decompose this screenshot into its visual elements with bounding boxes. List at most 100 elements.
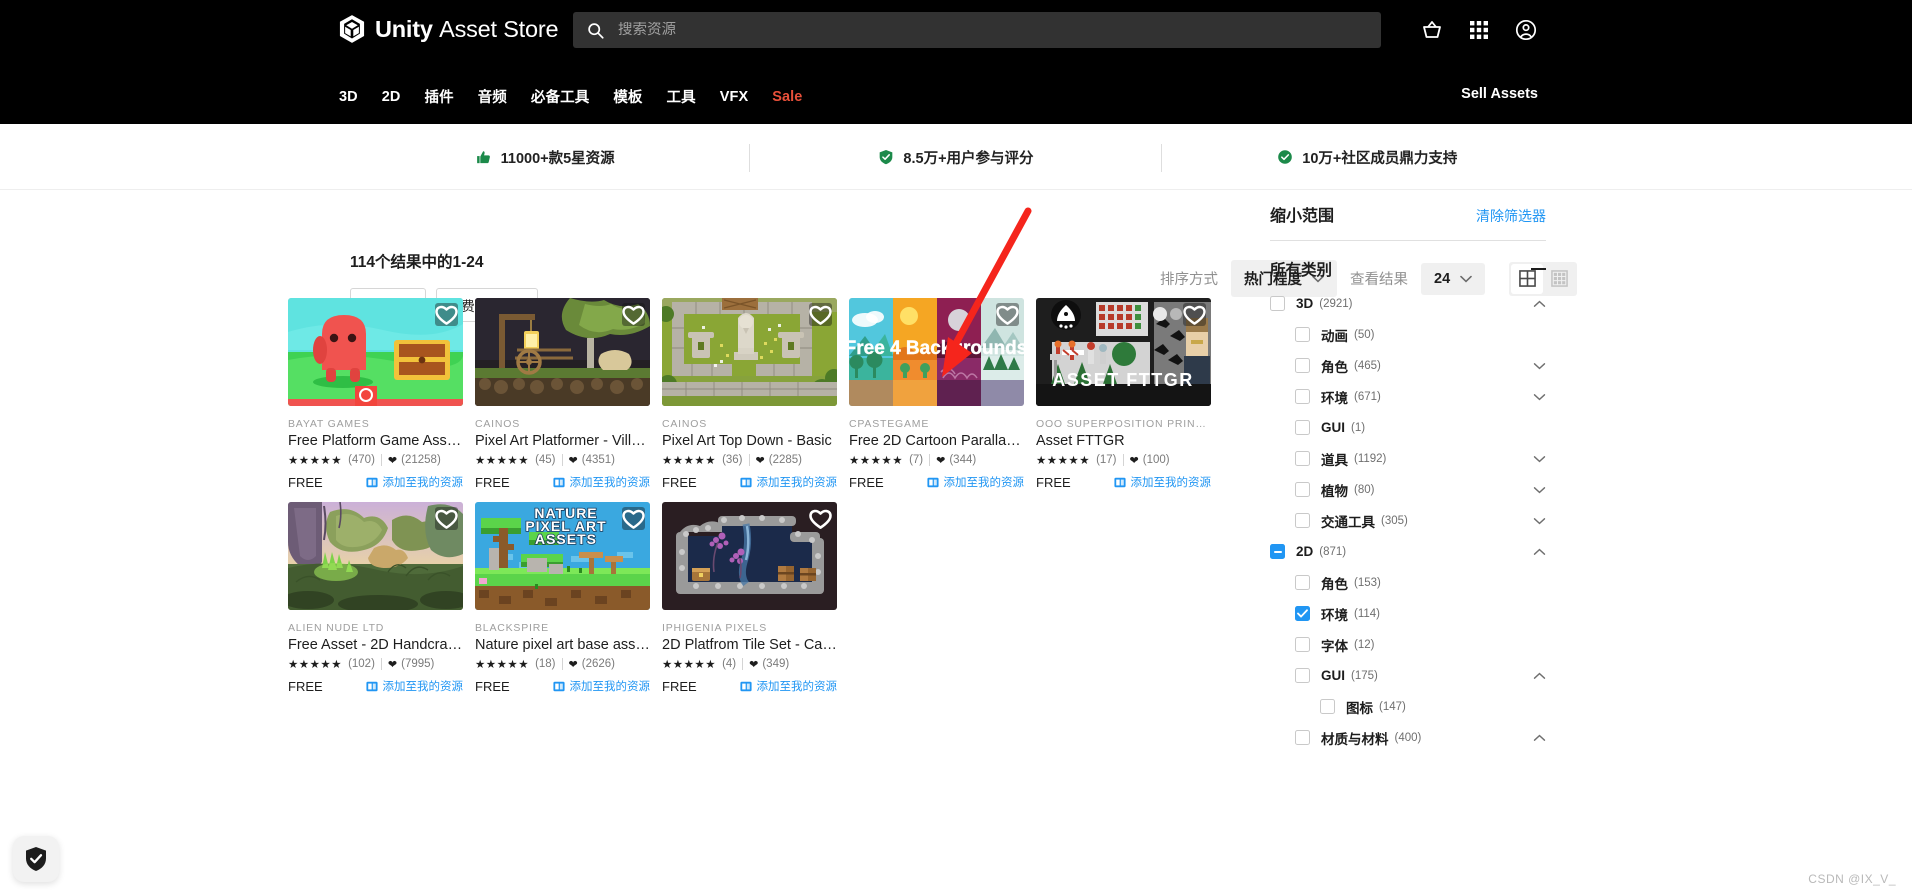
- chevron-down-icon[interactable]: [1533, 393, 1546, 401]
- view-mode-compact-grid[interactable]: [1543, 264, 1575, 294]
- chevron-up-icon[interactable]: [1533, 300, 1546, 308]
- filter-row-animation[interactable]: 动画 (50): [1270, 319, 1546, 350]
- asset-card[interactable]: ASSET FTTGR OOO SUPERPOSITION PRINCIP...…: [1036, 298, 1211, 490]
- account-icon[interactable]: [1514, 18, 1538, 42]
- asset-card[interactable]: BAYAT GAMES Free Platform Game Assets ★★…: [288, 298, 463, 490]
- asset-thumbnail[interactable]: [662, 502, 837, 610]
- filter-row-characters-3d[interactable]: 角色 (465): [1270, 350, 1546, 381]
- asset-title[interactable]: Asset FTTGR: [1036, 433, 1211, 449]
- privacy-shield-badge[interactable]: [13, 836, 59, 882]
- asset-thumbnail[interactable]: [288, 298, 463, 406]
- nav-item-2d[interactable]: 2D: [382, 89, 425, 105]
- search-input[interactable]: [618, 22, 1367, 38]
- checkbox-vegetation[interactable]: [1295, 482, 1310, 497]
- sell-assets-link[interactable]: Sell Assets: [1461, 86, 1538, 102]
- chevron-down-icon[interactable]: [1533, 486, 1546, 494]
- chevron-up-icon[interactable]: [1533, 548, 1546, 556]
- favorite-button[interactable]: [435, 303, 458, 326]
- favorite-button[interactable]: [622, 507, 645, 530]
- filter-row-3d[interactable]: 3D (2921): [1270, 288, 1546, 319]
- nav-item-essentials[interactable]: 必备工具: [531, 86, 613, 107]
- favorite-button[interactable]: [996, 303, 1019, 326]
- nav-item-addons[interactable]: 插件: [425, 86, 478, 107]
- asset-card[interactable]: CAINOS Pixel Art Platformer - Villa... ★…: [475, 298, 650, 490]
- asset-thumbnail[interactable]: [662, 298, 837, 406]
- brand-logo-link[interactable]: Unity Asset Store: [339, 15, 559, 43]
- collapse-section-icon[interactable]: [1531, 268, 1546, 270]
- chevron-up-icon[interactable]: [1533, 734, 1546, 742]
- filter-row-icons[interactable]: 图标 (147): [1270, 691, 1546, 722]
- asset-title[interactable]: Free Platform Game Assets: [288, 433, 463, 449]
- checkbox-textures-materials[interactable]: [1295, 730, 1310, 745]
- asset-card[interactable]: Free 4 Backgrounds CPASTEGAME Free 2D Ca…: [849, 298, 1024, 490]
- apps-grid-icon[interactable]: [1467, 18, 1491, 42]
- chevron-down-icon[interactable]: [1533, 517, 1546, 525]
- filter-row-gui-3d[interactable]: GUI (1): [1270, 412, 1546, 443]
- checkbox-gui-3d[interactable]: [1295, 420, 1310, 435]
- asset-title[interactable]: Pixel Art Platformer - Villa...: [475, 433, 650, 449]
- checkbox-environments-2d[interactable]: [1295, 606, 1310, 621]
- asset-card[interactable]: NATURE PIXEL ART ASSETS BLACKSPIRE Natur…: [475, 502, 650, 694]
- checkbox-characters-2d[interactable]: [1295, 575, 1310, 590]
- asset-card[interactable]: CAINOS Pixel Art Top Down - Basic ★★★★★ …: [662, 298, 837, 490]
- cart-icon[interactable]: [1420, 18, 1444, 42]
- checkbox-animation[interactable]: [1295, 327, 1310, 342]
- chevron-down-icon[interactable]: [1533, 362, 1546, 370]
- asset-thumbnail[interactable]: [288, 502, 463, 610]
- checkbox-vehicles[interactable]: [1295, 513, 1310, 528]
- add-to-assets-button[interactable]: 添加至我的资源: [552, 678, 650, 694]
- checkbox-gui-2d[interactable]: [1295, 668, 1310, 683]
- search-bar[interactable]: [573, 12, 1381, 48]
- favorite-button[interactable]: [435, 507, 458, 530]
- filter-row-environments-2d[interactable]: 环境 (114): [1270, 598, 1546, 629]
- filter-row-vegetation[interactable]: 植物 (80): [1270, 474, 1546, 505]
- asset-card[interactable]: IPHIGENIA PIXELS 2D Platfrom Tile Set - …: [662, 502, 837, 694]
- asset-title[interactable]: Free Asset - 2D Handcraft...: [288, 637, 463, 653]
- asset-title[interactable]: 2D Platfrom Tile Set - Cave: [662, 637, 837, 653]
- filter-row-characters-2d[interactable]: 角色 (153): [1270, 567, 1546, 598]
- add-to-assets-button[interactable]: 添加至我的资源: [739, 678, 837, 694]
- nav-item-tools[interactable]: 工具: [667, 86, 720, 107]
- nav-item-templates[interactable]: 模板: [613, 86, 666, 107]
- clear-filters-link[interactable]: 清除筛选器: [1476, 206, 1546, 226]
- favorite-button[interactable]: [809, 507, 832, 530]
- checkbox-2d[interactable]: [1270, 544, 1285, 559]
- asset-title[interactable]: Pixel Art Top Down - Basic: [662, 433, 837, 449]
- filter-row-vehicles[interactable]: 交通工具 (305): [1270, 505, 1546, 536]
- filter-row-fonts[interactable]: 字体 (12): [1270, 629, 1546, 660]
- filter-row-gui-2d[interactable]: GUI (175): [1270, 660, 1546, 691]
- asset-thumbnail[interactable]: [475, 298, 650, 406]
- add-to-assets-button[interactable]: 添加至我的资源: [739, 474, 837, 490]
- filter-row-props[interactable]: 道具 (1192): [1270, 443, 1546, 474]
- chevron-up-icon[interactable]: [1533, 672, 1546, 680]
- checkbox-3d[interactable]: [1270, 296, 1285, 311]
- sidebar-section-all-categories[interactable]: 所有类别: [1270, 258, 1546, 280]
- nav-item-sale[interactable]: Sale: [772, 89, 826, 105]
- asset-title[interactable]: Nature pixel art base asse...: [475, 637, 650, 653]
- add-to-assets-button[interactable]: 添加至我的资源: [365, 474, 463, 490]
- asset-title[interactable]: Free 2D Cartoon Parallax ...: [849, 433, 1024, 449]
- checkbox-environments-3d[interactable]: [1295, 389, 1310, 404]
- favorite-button[interactable]: [1183, 303, 1206, 326]
- favorite-button[interactable]: [809, 303, 832, 326]
- nav-item-3d[interactable]: 3D: [339, 89, 382, 105]
- nav-item-audio[interactable]: 音频: [478, 86, 531, 107]
- chevron-down-icon[interactable]: [1533, 455, 1546, 463]
- nav-item-vfx[interactable]: VFX: [720, 89, 773, 105]
- asset-thumbnail[interactable]: ASSET FTTGR: [1036, 298, 1211, 406]
- add-to-assets-button[interactable]: 添加至我的资源: [1113, 474, 1211, 490]
- checkbox-characters-3d[interactable]: [1295, 358, 1310, 373]
- checkbox-props[interactable]: [1295, 451, 1310, 466]
- add-to-assets-button[interactable]: 添加至我的资源: [365, 678, 463, 694]
- filter-row-environments-3d[interactable]: 环境 (671): [1270, 381, 1546, 412]
- checkbox-icons[interactable]: [1320, 699, 1335, 714]
- add-to-assets-button[interactable]: 添加至我的资源: [552, 474, 650, 490]
- asset-thumbnail[interactable]: Free 4 Backgrounds: [849, 298, 1024, 406]
- favorite-button[interactable]: [622, 303, 645, 326]
- asset-card[interactable]: ALIEN NUDE LTD Free Asset - 2D Handcraft…: [288, 502, 463, 694]
- add-to-assets-button[interactable]: 添加至我的资源: [926, 474, 1024, 490]
- asset-thumbnail[interactable]: NATURE PIXEL ART ASSETS: [475, 502, 650, 610]
- filter-row-textures-materials[interactable]: 材质与材料 (400): [1270, 722, 1546, 753]
- filter-row-2d[interactable]: 2D (871): [1270, 536, 1546, 567]
- checkbox-fonts[interactable]: [1295, 637, 1310, 652]
